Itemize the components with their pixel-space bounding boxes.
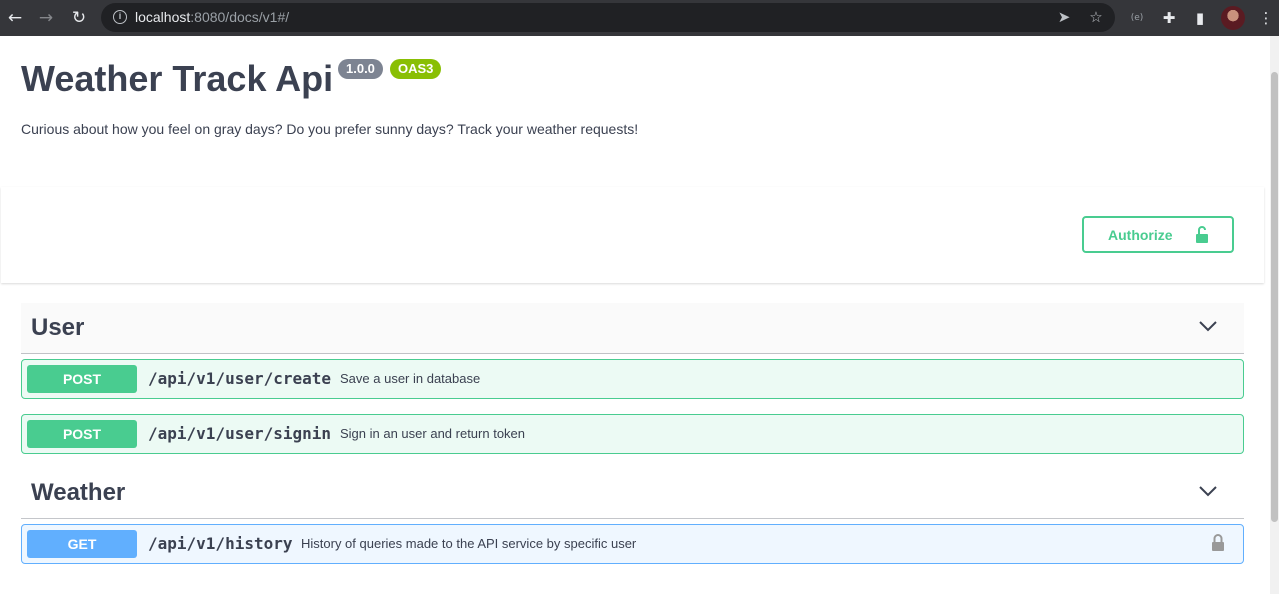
info-icon[interactable]: i bbox=[113, 10, 127, 24]
operation-post-user-create[interactable]: POST /api/v1/user/create Save a user in … bbox=[21, 359, 1244, 399]
chevron-down-icon[interactable] bbox=[1198, 484, 1218, 498]
scrollbar-thumb[interactable] bbox=[1271, 72, 1278, 522]
unlocked-icon bbox=[1196, 226, 1208, 243]
reload-icon[interactable]: ↻ bbox=[68, 7, 90, 29]
tag-weather[interactable]: Weather bbox=[21, 468, 1244, 519]
send-icon[interactable]: ➤ bbox=[1054, 7, 1074, 27]
authorize-button[interactable]: Authorize bbox=[1082, 216, 1234, 253]
browser-toolbar: ← → ↻ i localhost:8080/docs/v1#/ ➤ ☆ (e)… bbox=[0, 0, 1279, 36]
avatar[interactable] bbox=[1221, 6, 1245, 30]
kebab-menu-icon[interactable]: ⋮ bbox=[1255, 7, 1277, 29]
page-title: Weather Track Api bbox=[21, 58, 334, 99]
scrollbar[interactable] bbox=[1270, 36, 1279, 594]
address-bar[interactable]: i localhost:8080/docs/v1#/ ➤ ☆ bbox=[101, 3, 1115, 32]
back-arrow-icon[interactable]: ← bbox=[4, 7, 26, 29]
operation-path: /api/v1/user/create bbox=[148, 369, 332, 388]
operation-summary: History of queries made to the API servi… bbox=[301, 536, 637, 551]
operation-path: /api/v1/user/signin bbox=[148, 424, 332, 443]
operation-post-user-signin[interactable]: POST /api/v1/user/signin Sign in an user… bbox=[21, 414, 1244, 454]
operation-get-history[interactable]: GET /api/v1/history History of queries m… bbox=[21, 524, 1244, 564]
chevron-down-icon[interactable] bbox=[1198, 319, 1218, 333]
forward-arrow-icon[interactable]: → bbox=[35, 7, 57, 29]
api-description: Curious about how you feel on gray days?… bbox=[21, 121, 639, 137]
url-text[interactable]: localhost:8080/docs/v1#/ bbox=[135, 9, 289, 25]
scheme-container: Authorize bbox=[1, 187, 1264, 283]
oas-badge: OAS3 bbox=[390, 59, 442, 79]
authorize-label: Authorize bbox=[1108, 227, 1173, 243]
method-badge: GET bbox=[27, 530, 137, 558]
puzzle-icon[interactable]: ✚ bbox=[1158, 7, 1180, 29]
tag-user[interactable]: User bbox=[21, 303, 1244, 354]
star-icon[interactable]: ☆ bbox=[1086, 7, 1106, 27]
version-badge: 1.0.0 bbox=[338, 59, 383, 79]
extension-icon[interactable]: (e) bbox=[1126, 7, 1148, 29]
method-badge: POST bbox=[27, 365, 137, 393]
sidebar-icon[interactable]: ▮ bbox=[1189, 7, 1211, 29]
tag-title: Weather bbox=[31, 479, 126, 506]
operation-path: /api/v1/history bbox=[148, 534, 293, 553]
swagger-page: Weather Track Api 1.0.0 OAS3 Curious abo… bbox=[0, 36, 1270, 594]
operation-summary: Sign in an user and return token bbox=[340, 426, 526, 441]
tag-title: User bbox=[31, 314, 85, 341]
lock-icon[interactable] bbox=[1211, 533, 1225, 552]
operation-summary: Save a user in database bbox=[340, 371, 481, 386]
method-badge: POST bbox=[27, 420, 137, 448]
